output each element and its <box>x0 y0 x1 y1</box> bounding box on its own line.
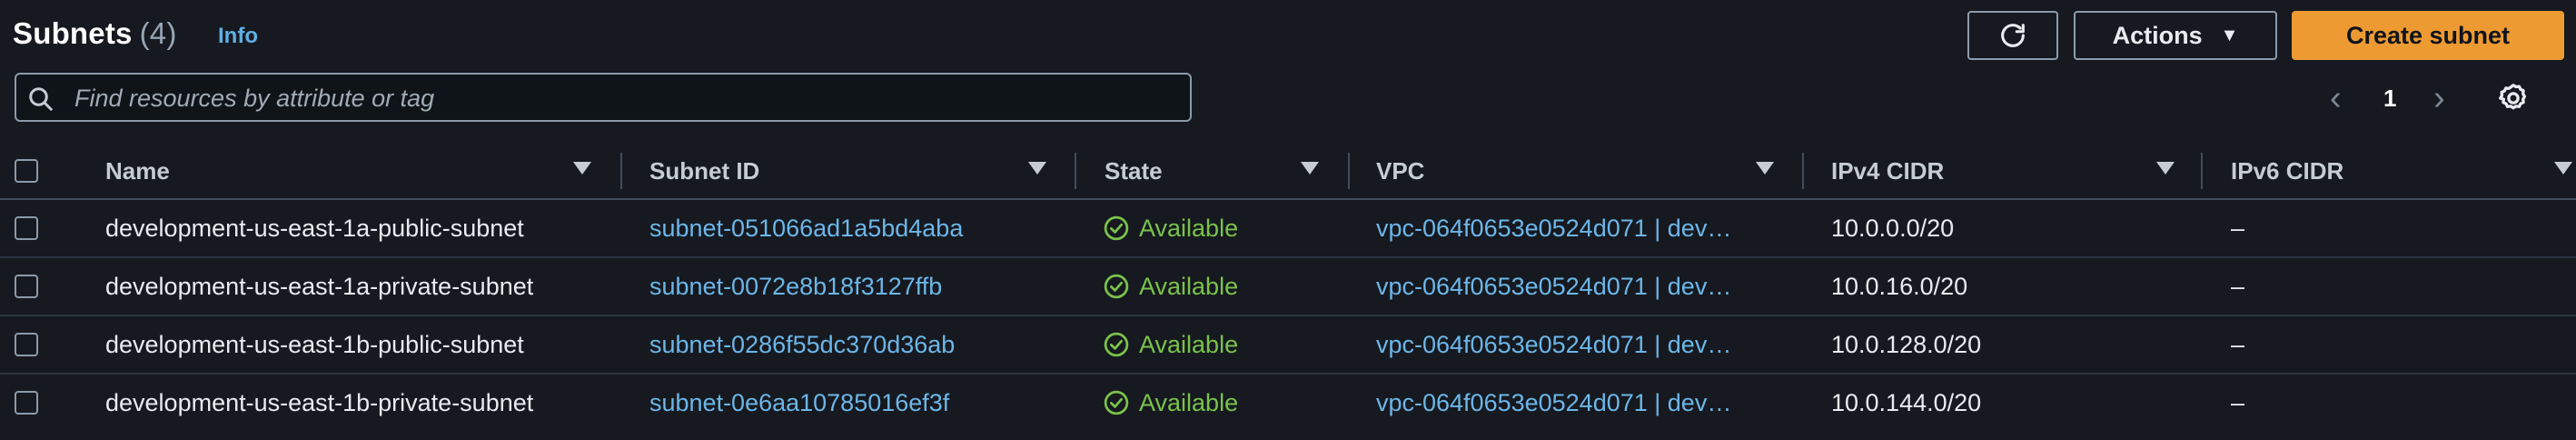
table-header: Name Subnet ID State VPC IPv4 CIDR IPv6 … <box>0 144 2576 200</box>
ipv6-cidr: – <box>2231 388 2245 416</box>
select-all-checkbox[interactable] <box>15 159 38 183</box>
chevron-left-icon: ‹ <box>2330 78 2342 117</box>
state-badge: Available <box>1103 200 1339 256</box>
refresh-icon <box>2001 24 2025 47</box>
row-checkbox[interactable] <box>15 216 38 240</box>
ipv4-cidr: 10.0.0.0/20 <box>1831 214 1955 242</box>
gear-icon[interactable] <box>2497 82 2530 115</box>
page-number[interactable]: 1 <box>2383 80 2396 116</box>
sort-caret-icon[interactable] <box>2156 162 2175 175</box>
page-header: Subnets (4) Info Actions ▼ Create subnet <box>0 0 2576 73</box>
chevron-right-icon: › <box>2433 78 2445 117</box>
state-badge: Available <box>1103 258 1339 315</box>
ipv6-cidr: – <box>2231 214 2245 242</box>
table-row[interactable]: development-us-east-1b-private-subnet su… <box>0 375 2576 431</box>
check-circle-icon <box>1104 274 1129 299</box>
subnets-table: Name Subnet ID State VPC IPv4 CIDR IPv6 … <box>0 144 2576 431</box>
subnet-id-link[interactable]: subnet-0286f55dc370d36ab <box>649 316 1067 373</box>
ipv6-cidr: – <box>2231 272 2245 300</box>
page-title-text: Subnets <box>13 16 133 50</box>
check-circle-icon <box>1104 390 1129 415</box>
refresh-button[interactable] <box>1967 11 2058 60</box>
check-circle-icon <box>1104 215 1129 241</box>
subnet-name: development-us-east-1b-public-subnet <box>105 330 524 358</box>
check-circle-icon <box>1104 332 1129 357</box>
column-divider[interactable] <box>1075 153 1076 189</box>
column-header-ipv4-cidr[interactable]: IPv4 CIDR <box>1831 144 1944 198</box>
next-page-button[interactable]: › <box>2433 78 2445 117</box>
page-title: Subnets (4) <box>13 16 177 51</box>
sort-caret-icon[interactable] <box>1756 162 1774 175</box>
search-icon <box>29 87 53 111</box>
sort-caret-icon[interactable] <box>1028 162 1046 175</box>
vpc-link[interactable]: vpc-064f0653e0524d071 | dev… <box>1376 316 1794 373</box>
subnet-name: development-us-east-1a-public-subnet <box>105 214 524 242</box>
subnet-name: development-us-east-1a-private-subnet <box>105 272 534 300</box>
column-header-vpc[interactable]: VPC <box>1376 144 1424 198</box>
state-label: Available <box>1139 330 1239 358</box>
column-divider[interactable] <box>1802 153 1804 189</box>
sort-caret-icon[interactable] <box>573 162 591 175</box>
state-label: Available <box>1139 388 1239 416</box>
state-label: Available <box>1139 214 1239 242</box>
caret-down-icon: ▼ <box>2220 25 2239 45</box>
table-row[interactable]: development-us-east-1a-public-subnet sub… <box>0 200 2576 258</box>
row-checkbox[interactable] <box>15 275 38 298</box>
subnet-id-link[interactable]: subnet-0e6aa10785016ef3f <box>649 375 1067 431</box>
state-badge: Available <box>1103 316 1339 373</box>
actions-label: Actions <box>2112 21 2203 49</box>
search-box[interactable] <box>15 73 1192 122</box>
column-header-state[interactable]: State <box>1105 144 1163 198</box>
column-header-ipv6-cidr[interactable]: IPv6 CIDR <box>2231 144 2343 198</box>
ipv6-cidr: – <box>2231 330 2245 358</box>
previous-page-button[interactable]: ‹ <box>2330 78 2342 117</box>
column-header-name[interactable]: Name <box>105 144 170 198</box>
info-link[interactable]: Info <box>218 24 258 49</box>
search-input[interactable] <box>73 75 1184 122</box>
sort-caret-icon[interactable] <box>1301 162 1319 175</box>
column-divider[interactable] <box>620 153 622 189</box>
state-badge: Available <box>1103 375 1339 431</box>
subnet-id-link[interactable]: subnet-051066ad1a5bd4aba <box>649 200 1067 256</box>
state-label: Available <box>1139 272 1239 300</box>
subnet-id-link[interactable]: subnet-0072e8b18f3127ffb <box>649 258 1067 315</box>
sort-caret-icon[interactable] <box>2554 162 2572 175</box>
vpc-link[interactable]: vpc-064f0653e0524d071 | dev… <box>1376 200 1794 256</box>
ipv4-cidr: 10.0.16.0/20 <box>1831 272 1968 300</box>
table-row[interactable]: development-us-east-1b-public-subnet sub… <box>0 316 2576 375</box>
row-checkbox[interactable] <box>15 333 38 356</box>
vpc-link[interactable]: vpc-064f0653e0524d071 | dev… <box>1376 375 1794 431</box>
create-subnet-button[interactable]: Create subnet <box>2292 11 2564 60</box>
column-header-subnet-id[interactable]: Subnet ID <box>649 144 759 198</box>
row-checkbox[interactable] <box>15 391 38 415</box>
subnet-name: development-us-east-1b-private-subnet <box>105 388 534 416</box>
column-divider[interactable] <box>1348 153 1350 189</box>
actions-button[interactable]: Actions ▼ <box>2074 11 2277 60</box>
vpc-link[interactable]: vpc-064f0653e0524d071 | dev… <box>1376 258 1794 315</box>
ipv4-cidr: 10.0.128.0/20 <box>1831 330 1982 358</box>
table-row[interactable]: development-us-east-1a-private-subnet su… <box>0 258 2576 316</box>
ipv4-cidr: 10.0.144.0/20 <box>1831 388 1982 416</box>
column-divider[interactable] <box>2201 153 2203 189</box>
subnet-count: (4) <box>139 16 177 50</box>
